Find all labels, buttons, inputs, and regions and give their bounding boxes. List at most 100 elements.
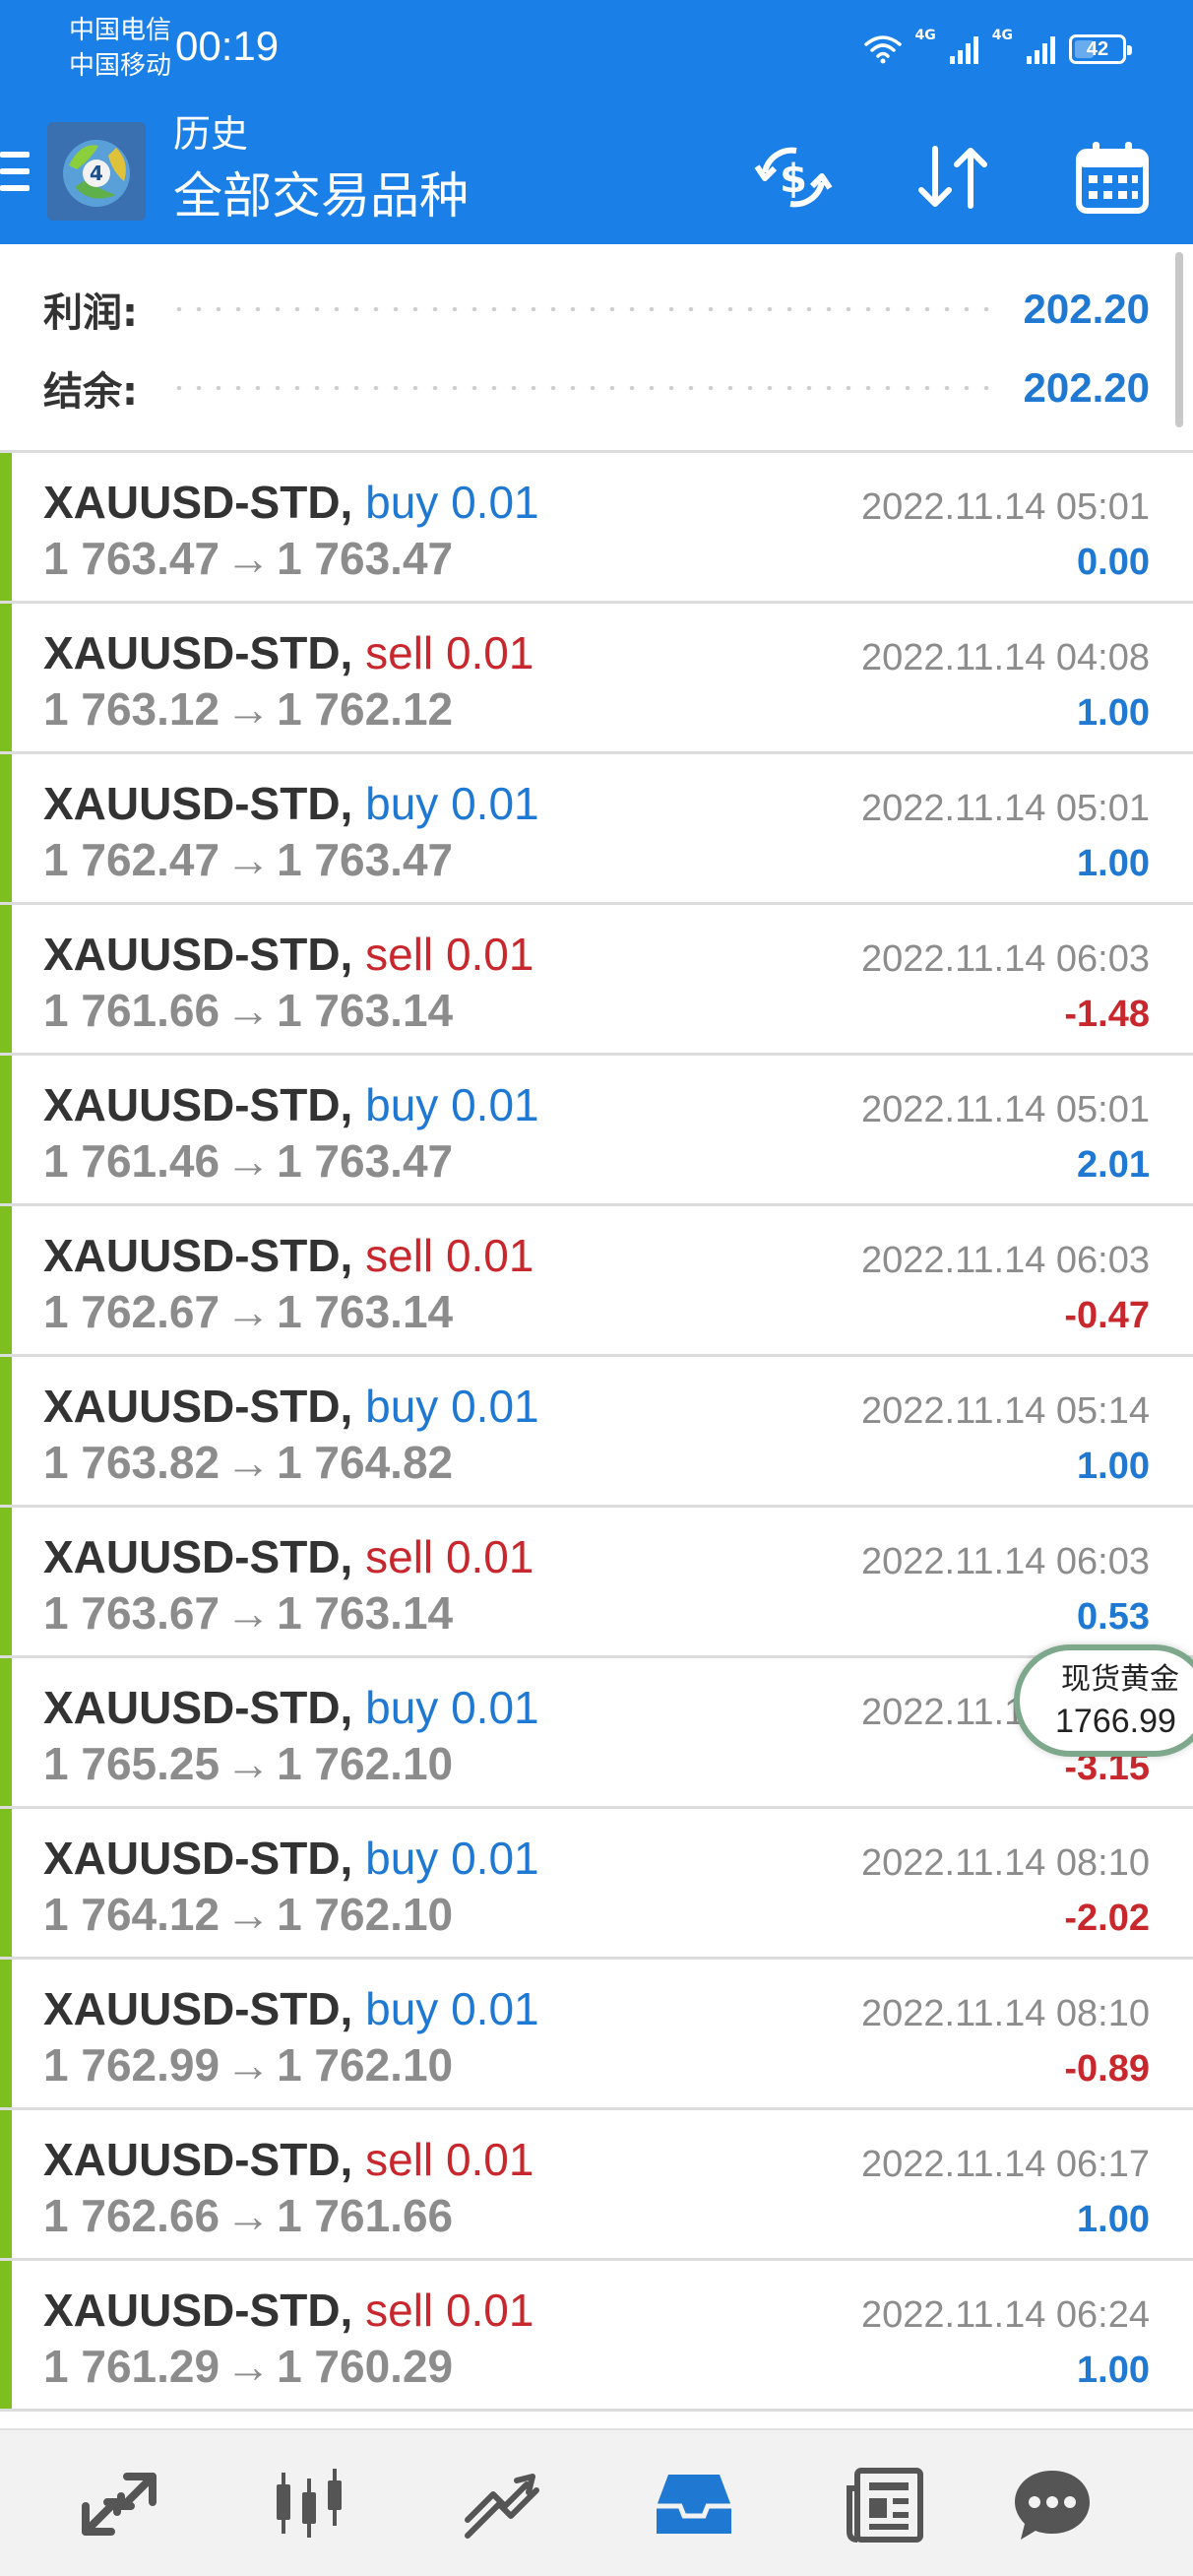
- nav-chat[interactable]: [953, 2430, 1152, 2576]
- deal-direction: buy 0.01: [365, 1983, 539, 2034]
- calendar-button[interactable]: [1065, 130, 1160, 225]
- widget-price: 1766.99: [1055, 1703, 1176, 1740]
- deal-time: 2022.11.14 08:10: [860, 1842, 1150, 1884]
- deals-list: XAUUSD-STD, buy 0.01 1 763.47 → 1 763.47 2…: [0, 453, 1193, 2412]
- deal-prices: 1 762.67 → 1 763.14: [43, 1285, 453, 1338]
- nav-history[interactable]: [595, 2430, 793, 2576]
- currency-swap-button[interactable]: $: [746, 130, 841, 225]
- deal-open-price: 1 763.82: [43, 1437, 220, 1488]
- deal-row[interactable]: XAUUSD-STD, sell 0.01 1 762.66 → 1 761.66 …: [0, 2110, 1193, 2261]
- deal-symbol: XAUUSD-STD,: [43, 1531, 353, 1582]
- deal-time: 2022.11.14 06:03: [860, 1240, 1150, 1281]
- deal-open-price: 1 761.66: [43, 985, 220, 1036]
- deal-accent-bar: [0, 1508, 12, 1655]
- deal-time: 2022.11.14 08:10: [860, 1993, 1150, 2034]
- deal-symbol: XAUUSD-STD,: [43, 2134, 353, 2185]
- deal-close-price: 1 763.14: [277, 985, 454, 1036]
- hamburger-icon[interactable]: [0, 148, 30, 197]
- battery-icon: 42: [1069, 34, 1132, 64]
- deal-profit: -0.47: [1064, 1295, 1150, 1336]
- deal-direction: buy 0.01: [365, 1682, 539, 1733]
- deal-prices: 1 763.82 → 1 764.82: [43, 1436, 453, 1489]
- deal-close-price: 1 762.10: [277, 2039, 454, 2091]
- deal-time: 2022.11.14 06:03: [860, 1541, 1150, 1582]
- deal-header: XAUUSD-STD, sell 0.01: [43, 625, 534, 680]
- nav-trade[interactable]: [402, 2430, 600, 2576]
- deal-prices: 1 762.66 → 1 761.66: [43, 2189, 453, 2242]
- deal-accent-bar: [0, 905, 12, 1053]
- signal-icon: [949, 34, 978, 64]
- deal-row[interactable]: XAUUSD-STD, sell 0.01 1 763.67 → 1 763.14 …: [0, 1508, 1193, 1658]
- deal-header: XAUUSD-STD, sell 0.01: [43, 1228, 534, 1283]
- deal-profit: -1.48: [1064, 994, 1150, 1035]
- deal-time: 2022.11.14 06:24: [860, 2294, 1150, 2336]
- deal-prices: 1 762.47 → 1 763.47: [43, 833, 453, 886]
- deal-direction: sell 0.01: [365, 2134, 534, 2185]
- app-logo-icon[interactable]: 4: [47, 122, 146, 221]
- status-icons: 4G 4G 42: [863, 26, 1132, 73]
- deal-symbol: XAUUSD-STD,: [43, 1230, 353, 1281]
- quotes-icon: [82, 2473, 157, 2536]
- sort-button[interactable]: [906, 130, 1000, 225]
- deal-symbol: XAUUSD-STD,: [43, 477, 353, 528]
- arrow-right-icon: →: [225, 1587, 272, 1639]
- deal-profit: -0.89: [1064, 2048, 1150, 2090]
- trade-icon: [465, 2474, 539, 2539]
- deal-profit: 2.01: [1077, 1144, 1150, 1186]
- deal-row[interactable]: XAUUSD-STD, sell 0.01 1 761.29 → 1 760.29 …: [0, 2261, 1193, 2412]
- deal-row[interactable]: XAUUSD-STD, buy 0.01 1 762.47 → 1 763.47 2…: [0, 754, 1193, 905]
- deal-prices: 1 761.66 → 1 763.14: [43, 984, 453, 1037]
- deal-open-price: 1 762.66: [43, 2190, 220, 2241]
- deal-close-price: 1 763.47: [277, 834, 454, 885]
- deal-open-price: 1 762.99: [43, 2039, 220, 2091]
- balance-row: 结余: 202.20: [43, 358, 1150, 418]
- deal-row[interactable]: XAUUSD-STD, sell 0.01 1 762.67 → 1 763.14 …: [0, 1206, 1193, 1357]
- arrow-right-icon: →: [225, 2039, 272, 2091]
- deal-symbol: XAUUSD-STD,: [43, 1682, 353, 1733]
- signal-icon: [1027, 34, 1055, 64]
- network-type-2: 4G: [991, 28, 1013, 43]
- arrow-right-icon: →: [225, 533, 272, 584]
- deal-row[interactable]: XAUUSD-STD, buy 0.01 1 761.46 → 1 763.47 2…: [0, 1056, 1193, 1206]
- deal-row[interactable]: XAUUSD-STD, buy 0.01 1 765.25 → 1 762.10 2…: [0, 1658, 1193, 1809]
- scrollbar[interactable]: [1175, 252, 1183, 427]
- nav-chart[interactable]: [211, 2430, 409, 2576]
- deal-time: 2022.11.14 06:03: [860, 938, 1150, 980]
- deal-accent-bar: [0, 604, 12, 751]
- deal-row[interactable]: XAUUSD-STD, sell 0.01 1 763.12 → 1 762.12 …: [0, 604, 1193, 754]
- deal-open-price: 1 763.47: [43, 533, 220, 584]
- deal-close-price: 1 764.82: [277, 1437, 454, 1488]
- deal-close-price: 1 763.47: [277, 533, 454, 584]
- balance-label: 结余:: [43, 369, 138, 415]
- deal-symbol: XAUUSD-STD,: [43, 1381, 353, 1432]
- deal-direction: sell 0.01: [365, 1230, 534, 1281]
- deal-open-price: 1 763.67: [43, 1587, 220, 1639]
- deal-row[interactable]: XAUUSD-STD, buy 0.01 1 764.12 → 1 762.10 2…: [0, 1809, 1193, 1960]
- arrow-right-icon: →: [225, 1889, 272, 1940]
- deal-header: XAUUSD-STD, buy 0.01: [43, 1831, 539, 1886]
- top-bar: 中国电信 中国移动 00:19 4G 4G 42 4 历史 全部交易品种 $: [0, 0, 1193, 244]
- deal-header: XAUUSD-STD, buy 0.01: [43, 1981, 539, 2036]
- header-title[interactable]: 全部交易品种: [173, 165, 469, 226]
- deal-profit: 1.00: [1077, 2350, 1150, 2391]
- deal-direction: buy 0.01: [365, 1079, 539, 1130]
- deal-close-price: 1 763.14: [277, 1286, 454, 1337]
- deal-header: XAUUSD-STD, sell 0.01: [43, 927, 534, 982]
- deal-symbol: XAUUSD-STD,: [43, 929, 353, 980]
- chart-icon: [277, 2469, 342, 2538]
- currency-swap-icon: $: [754, 147, 833, 208]
- deal-accent-bar: [0, 453, 12, 601]
- nav-quotes[interactable]: [20, 2430, 219, 2576]
- deal-direction: buy 0.01: [365, 778, 539, 829]
- deal-row[interactable]: XAUUSD-STD, sell 0.01 1 761.66 → 1 763.14 …: [0, 905, 1193, 1056]
- deal-close-price: 1 762.12: [277, 683, 454, 735]
- floating-price-widget[interactable]: 现货黄金 1766.99: [1014, 1644, 1193, 1757]
- deal-direction: sell 0.01: [365, 2285, 534, 2336]
- history-icon: [657, 2475, 731, 2534]
- deal-profit: 0.00: [1077, 542, 1150, 583]
- deal-row[interactable]: XAUUSD-STD, buy 0.01 1 763.47 → 1 763.47 2…: [0, 453, 1193, 604]
- news-icon: [847, 2468, 923, 2543]
- deal-open-price: 1 761.29: [43, 2341, 220, 2392]
- deal-row[interactable]: XAUUSD-STD, buy 0.01 1 762.99 → 1 762.10 2…: [0, 1960, 1193, 2110]
- deal-row[interactable]: XAUUSD-STD, buy 0.01 1 763.82 → 1 764.82 2…: [0, 1357, 1193, 1508]
